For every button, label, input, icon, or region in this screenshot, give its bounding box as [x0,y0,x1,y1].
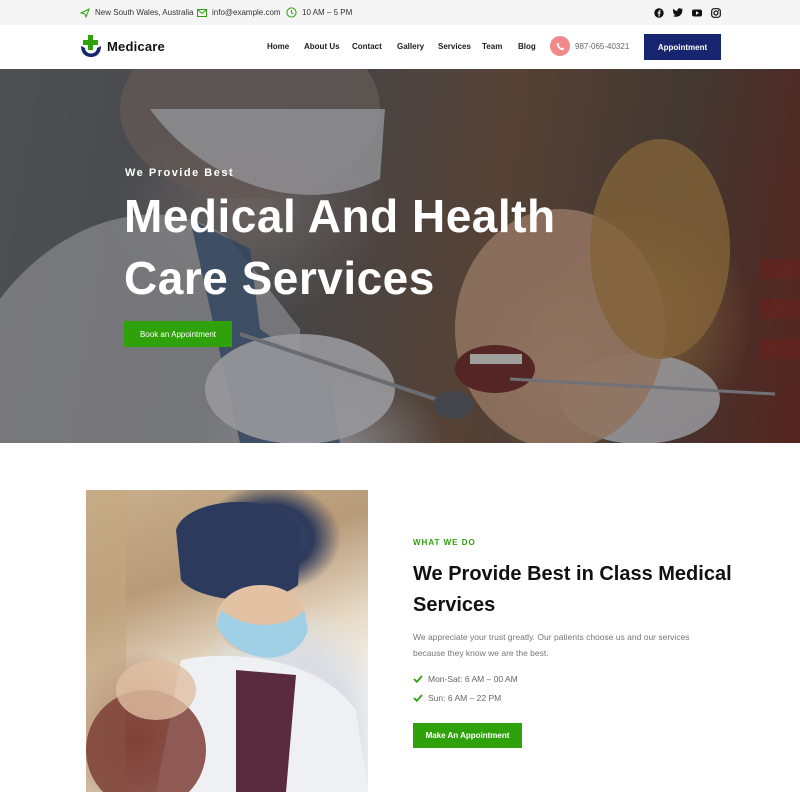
email-info[interactable]: info@example.com [197,0,281,25]
appointment-button[interactable]: Appointment [644,34,721,60]
email-text[interactable]: info@example.com [212,8,281,17]
section-description: We appreciate your trust greatly. Our pa… [413,632,690,658]
nav-contact[interactable]: Contact [352,42,382,51]
main-header: Medicare Home About Us Contact Gallery S… [0,25,800,69]
youtube-icon[interactable] [691,7,702,18]
hours-weekday: Mon-Sat: 6 AM – 00 AM [428,674,518,684]
check-icon [413,694,423,702]
top-bar: New South Wales, Australia info@example.… [0,0,800,25]
instagram-icon[interactable] [710,7,721,18]
phone-number[interactable]: 987-065-40321 [575,42,629,51]
nav-blog[interactable]: Blog [518,42,536,51]
location-text: New South Wales, Australia [95,8,194,17]
location-info: New South Wales, Australia [80,0,193,25]
hours-list-item: Mon-Sat: 6 AM – 00 AM [413,674,518,684]
section-label: WHAT WE DO [413,538,476,547]
hours-sunday: Sun: 6 AM – 22 PM [428,693,502,703]
nav-about-us[interactable]: About Us [304,42,340,51]
twitter-icon[interactable] [672,7,683,18]
medical-cross-logo-icon [81,35,101,57]
nav-team[interactable]: Team [482,42,502,51]
hero-subtitle: We Provide Best [125,167,235,179]
dentist-photo [86,490,368,792]
section-title: We Provide Best in Class Medical Service… [413,563,732,616]
hero-section: We Provide Best Medical And Health Care … [0,69,800,443]
nav-home[interactable]: Home [267,42,289,51]
logo-text: Medicare [107,38,165,54]
book-appointment-button[interactable]: Book an Appointment [124,321,232,347]
mail-icon [197,8,207,17]
phone-icon[interactable] [550,36,570,56]
hours-text: 10 AM – 5 PM [302,8,353,17]
nav-gallery[interactable]: Gallery [397,42,424,51]
make-appointment-button[interactable]: Make An Appointment [413,723,522,748]
nav-services[interactable]: Services [438,42,471,51]
hero-title: Medical And Health Care Services [124,190,556,304]
check-icon [413,675,423,683]
site-logo[interactable]: Medicare [80,34,165,58]
hours-list-item: Sun: 6 AM – 22 PM [413,693,501,703]
clock-icon [286,7,297,18]
hours-info: 10 AM – 5 PM [286,0,352,25]
facebook-icon[interactable] [653,7,664,18]
paper-plane-icon [80,7,90,18]
